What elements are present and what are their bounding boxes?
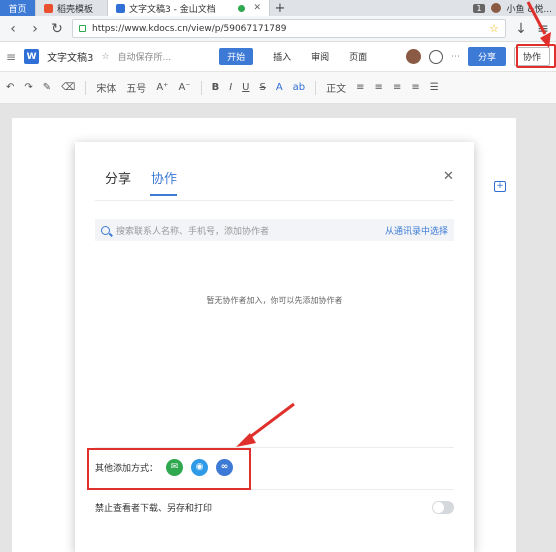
forward-icon[interactable]: › [28, 21, 42, 37]
more-options-icon[interactable]: ⋯ [451, 52, 460, 62]
bold-icon[interactable]: B [212, 82, 220, 93]
wps-favicon-icon [44, 3, 53, 13]
address-bar: ‹ › ↻ https://www.kdocs.cn/view/p/590671… [0, 16, 556, 42]
tabbar-right: 1 小鱼 &悦... [473, 0, 556, 16]
permission-toggle[interactable] [432, 500, 454, 514]
menu-insert[interactable]: 插入 [273, 50, 291, 63]
format-painter-icon[interactable]: ✎ [43, 82, 51, 93]
writer-logo-icon: W [24, 49, 40, 64]
italic-icon[interactable]: I [229, 82, 232, 93]
dialog-tabs: 分享 协作 [105, 168, 177, 196]
collaboration-dialog: 分享 协作 ✕ 搜索联系人名称、手机号，添加协作者 从通讯录中选择 暂无协作者加… [75, 142, 474, 552]
toolbar-divider [85, 80, 87, 95]
permission-label: 禁止查看者下载、另存和打印 [95, 503, 213, 514]
menu-start[interactable]: 开始 [219, 48, 254, 65]
paragraph-style-select[interactable]: 正文 [326, 80, 346, 95]
collaborator-avatar[interactable] [405, 49, 421, 64]
history-clock-icon[interactable] [428, 49, 443, 64]
tab-document[interactable]: 文字文稿3 - 金山文档 ✕ [108, 0, 270, 16]
tab-docer[interactable]: 稻壳模板 [36, 0, 108, 16]
browser-menu-icon[interactable]: ≡ [536, 21, 550, 37]
download-icon[interactable]: ↓ [514, 21, 528, 37]
sync-status-icon [238, 4, 246, 12]
active-tab-indicator [150, 194, 177, 196]
url-text: https://www.kdocs.cn/view/p/59067171789 [92, 23, 287, 34]
menu-review[interactable]: 审阅 [311, 50, 329, 63]
annotation-highlight-other-methods [87, 448, 251, 490]
font-color-icon[interactable]: A [276, 82, 283, 93]
autosave-status: 自动保存所... [117, 53, 172, 63]
app-header: ≡ W 文字文稿3 ☆ 自动保存所... 开始 插入 审阅 页面 ⋯ 分享 协作 [0, 42, 556, 72]
url-input[interactable]: https://www.kdocs.cn/view/p/59067171789 … [72, 19, 506, 38]
line-spacing-icon[interactable]: ☰ [430, 82, 439, 93]
permission-row: 禁止查看者下载、另存和打印 [95, 498, 454, 516]
search-placeholder: 搜索联系人名称、手机号，添加协作者 [116, 226, 270, 237]
search-icon [101, 225, 110, 235]
comment-add-icon[interactable]: + [494, 181, 506, 192]
lock-icon [79, 25, 86, 32]
tab-home-label: 首页 [8, 4, 27, 15]
tab-home[interactable]: 首页 [0, 0, 36, 16]
favorite-star-icon[interactable]: ☆ [101, 52, 109, 62]
tab-share[interactable]: 分享 [105, 168, 131, 196]
select-from-contacts-link[interactable]: 从通讯录中选择 [385, 224, 448, 237]
app-menu-icon[interactable]: ≡ [6, 50, 16, 64]
redo-icon[interactable]: ↷ [24, 82, 32, 93]
close-icon[interactable]: ✕ [443, 169, 454, 184]
collaborator-search-input[interactable]: 搜索联系人名称、手机号，添加协作者 从通讯录中选择 [95, 219, 454, 241]
align-right-icon[interactable]: ≡ [393, 82, 401, 93]
justify-icon[interactable]: ≡ [411, 82, 419, 93]
align-center-icon[interactable]: ≡ [375, 82, 383, 93]
dialog-divider [95, 200, 454, 201]
underline-icon[interactable]: U [242, 82, 249, 93]
user-name[interactable]: 小鱼 &悦... [507, 2, 552, 15]
back-icon[interactable]: ‹ [6, 21, 20, 37]
tab-docer-label: 稻壳模板 [57, 4, 94, 15]
new-tab-button[interactable]: + [270, 0, 290, 16]
font-name-select[interactable]: 宋体 [96, 80, 116, 95]
reload-icon[interactable]: ↻ [50, 21, 64, 37]
close-tab-icon[interactable]: ✕ [253, 3, 261, 13]
highlight-icon[interactable]: ab [293, 82, 305, 93]
tab-collaborate[interactable]: 协作 [151, 168, 177, 196]
empty-collaborators-message: 暂无协作者加入，你可以先添加协作者 [206, 296, 343, 305]
strikethrough-icon[interactable]: S [259, 82, 265, 93]
user-avatar[interactable] [490, 3, 501, 13]
share-button[interactable]: 分享 [467, 47, 506, 66]
undo-icon[interactable]: ↶ [6, 82, 14, 93]
menu-page[interactable]: 页面 [349, 50, 367, 63]
tab-document-label: 文字文稿3 - 金山文档 [129, 4, 216, 15]
shrink-font-icon[interactable]: A⁻ [178, 82, 190, 93]
align-left-icon[interactable]: ≡ [356, 82, 364, 93]
font-size-select[interactable]: 五号 [126, 80, 146, 95]
clear-format-icon[interactable]: ⌫ [61, 82, 75, 93]
doc-title[interactable]: 文字文稿3 [47, 49, 93, 64]
toolbar-divider [200, 80, 202, 95]
bookmark-star-icon[interactable]: ☆ [489, 22, 499, 35]
tab-count-badge[interactable]: 1 [473, 3, 485, 13]
kdocs-favicon-icon [116, 3, 125, 13]
toolbar-divider [315, 80, 317, 95]
grow-font-icon[interactable]: A⁺ [156, 82, 168, 93]
browser-tab-strip: 首页 稻壳模板 文字文稿3 - 金山文档 ✕ + 1 小鱼 &悦... [0, 0, 556, 16]
annotation-highlight-collab [516, 44, 556, 68]
format-toolbar: ↶ ↷ ✎ ⌫ 宋体 五号 A⁺ A⁻ B I U S A ab 正文 ≡ ≡ … [0, 72, 556, 104]
